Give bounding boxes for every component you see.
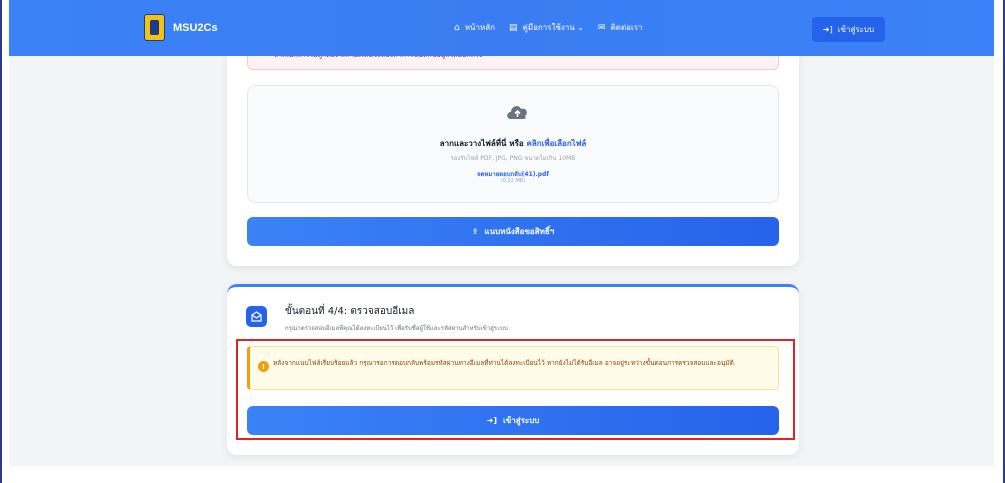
step-subtitle: กรุณาตรวจสอบอีเมลที่คุณได้ลงทะเบียนไว้ เ… (285, 325, 508, 332)
brand-name[interactable]: MSU2Cs (173, 22, 218, 34)
cloud-upload-icon (507, 106, 527, 119)
book-icon: ▤ (508, 22, 518, 33)
login-icon: ➜] (486, 416, 498, 425)
nav-home[interactable]: ⌂ หน้าหลัก (454, 21, 495, 34)
login-button[interactable]: ➜] เข้าสู่ระบบ (247, 406, 779, 435)
nav-contact[interactable]: ✉ ติดต่อเรา (598, 21, 642, 34)
nav-login-label: เข้าสู่ระบบ (837, 25, 875, 34)
login-icon: ➜] (822, 25, 833, 34)
envelope-open-icon (246, 306, 267, 327)
info-text: หลังจากแนบไฟล์เรียบร้อยแล้ว กรุณารอการตอ… (273, 359, 734, 367)
nav-manual-label: คู่มือการใช้งาน ⌄ (522, 23, 585, 32)
bottom-blank (0, 466, 1005, 483)
nav-login-button[interactable]: ➜] เข้าสู่ระบบ (812, 17, 885, 42)
dropzone-title-text: ลากและวางไฟล์ที่นี่ หรือ (439, 139, 524, 148)
nav-manual[interactable]: ▤ คู่มือการใช้งาน ⌄ (509, 21, 584, 34)
info-icon: ! (258, 361, 269, 372)
home-icon: ⌂ (454, 22, 460, 33)
mail-icon: ✉ (598, 22, 606, 33)
attach-document-button[interactable]: ⇪ แนบหนังสือขอสิทธิ์ฯ (247, 217, 779, 246)
nav-contact-label: ติดต่อเรา (610, 23, 643, 32)
university-logo[interactable] (144, 14, 165, 41)
login-button-label: เข้าสู่ระบบ (503, 416, 540, 425)
dropzone-title: ลากและวางไฟล์ที่นี่ หรือ คลิกเพื่อเลือกไ… (247, 137, 779, 150)
step-title: ขั้นตอนที่ 4/4: ตรวจสอบอีเมล (285, 306, 415, 317)
dropzone-hint: รองรับไฟล์ PDF, JPG, PNG ขนาดไม่เกิน 10M… (450, 155, 576, 162)
nav-links: ⌂ หน้าหลัก ▤ คู่มือการใช้งาน ⌄ ✉ ติดต่อเ… (454, 21, 642, 34)
attach-button-label: แนบหนังสือขอสิทธิ์ฯ (484, 227, 555, 236)
selected-file-size: (0.02 MB) (500, 178, 526, 184)
choose-file-link[interactable]: คลิกเพื่อเลือกไฟล์ (526, 139, 586, 148)
upload-icon: ⇪ (471, 227, 479, 236)
nav-home-label: หน้าหลัก (464, 23, 495, 32)
